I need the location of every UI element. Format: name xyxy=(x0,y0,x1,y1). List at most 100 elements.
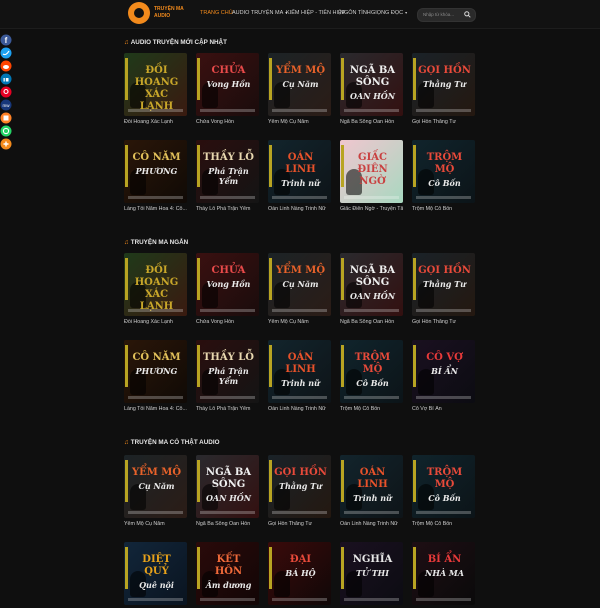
story-card[interactable]: YỂM MỘ Cụ Năm Yểm Mộ Cụ Năm xyxy=(268,253,331,325)
story-card[interactable]: TRỘM MỘ Cô Bốn Trộm Mộ Cô Bốn xyxy=(340,340,403,412)
story-title-link[interactable]: Oán Linh Nàng Trinh Nữ xyxy=(268,406,331,412)
story-thumbnail[interactable]: CHỬA Vong Hồn xyxy=(196,253,259,316)
nav-item-giong-doc[interactable]: GIỌNG ĐỌC ▾ xyxy=(371,10,407,16)
story-thumbnail[interactable]: CÔ NĂM PHƯƠNG xyxy=(124,140,187,203)
twitter-icon[interactable] xyxy=(0,47,12,59)
story-title-link[interactable]: Thầy Lỗ Phá Trận Yểm xyxy=(196,406,259,412)
story-card[interactable]: ĐỒI HOANG XÁC LẠNH Đồi Hoang Xác Lạnh xyxy=(124,53,187,125)
site-logo[interactable]: TRUYỆN MA AUDIO xyxy=(128,2,188,26)
nav-item-trang-chu[interactable]: TRANG CHỦ xyxy=(200,10,233,16)
story-title-link[interactable]: Làng Tối Năm Hoa 4: Cô... xyxy=(124,206,187,212)
story-title-link[interactable]: Cô Vợ Bí Ẩn xyxy=(412,406,475,412)
story-thumbnail[interactable]: THẦY LỖ Phá Trận Yểm xyxy=(196,140,259,203)
story-card[interactable]: OÁN LINH Trinh nữ Oán Linh Nàng Trinh Nữ xyxy=(268,340,331,412)
story-thumbnail[interactable]: GỌI HỒN Thằng Tư xyxy=(412,53,475,116)
story-thumbnail[interactable]: OÁN LINH Trinh nữ xyxy=(340,455,403,518)
story-thumbnail[interactable]: YỂM MỘ Cụ Năm xyxy=(124,455,187,518)
story-thumbnail[interactable]: DIỆT QUỶ Quê nội xyxy=(124,542,187,605)
story-card[interactable]: NGÃ BA SÔNG OAN HỒN Ngã Ba Sông Oan Hồn xyxy=(196,455,259,527)
story-thumbnail[interactable]: GỌI HỒN Thằng Tư xyxy=(412,253,475,316)
story-title-link[interactable]: Trộm Mộ Cô Bốn xyxy=(412,521,475,527)
story-thumbnail[interactable]: TRỘM MỘ Cô Bốn xyxy=(412,140,475,203)
story-card[interactable]: YỂM MỘ Cụ Năm Yểm Mộ Cụ Năm xyxy=(268,53,331,125)
nav-item-ngon-tinh[interactable]: NGÔN TÌNH xyxy=(340,10,371,16)
story-title-link[interactable]: Gọi Hồn Thằng Tư xyxy=(268,521,331,527)
story-title-link[interactable]: Gọi Hồn Thằng Tư xyxy=(412,119,475,125)
story-card[interactable]: BÍ ẨN NHÀ MA xyxy=(412,542,475,608)
nav-item-audio-truyen-ma[interactable]: AUDIO TRUYỆN MA ▾ xyxy=(232,10,287,16)
story-title-link[interactable]: Giấc Điên Ngờ - Truyện Tâ... xyxy=(340,206,403,212)
story-thumbnail[interactable]: OÁN LINH Trinh nữ xyxy=(268,140,331,203)
story-card[interactable]: YỂM MỘ Cụ Năm Yểm Mộ Cụ Năm xyxy=(124,455,187,527)
story-thumbnail[interactable]: CÔ NĂM PHƯƠNG xyxy=(124,340,187,403)
story-card[interactable]: GỌI HỒN Thằng Tư Gọi Hồn Thằng Tư xyxy=(412,53,475,125)
story-title-link[interactable]: Trộm Mộ Cô Bốn xyxy=(340,406,403,412)
story-card[interactable]: ĐẠI BÁ HỘ xyxy=(268,542,331,608)
story-title-link[interactable]: Đồi Hoang Xác Lạnh xyxy=(124,319,187,325)
story-card[interactable]: TRỘM MỘ Cô Bốn Trộm Mộ Cô Bốn xyxy=(412,140,475,212)
story-card[interactable]: CÔ NĂM PHƯƠNG Làng Tối Năm Hoa 4: Cô... xyxy=(124,340,187,412)
story-card[interactable]: ĐỒI HOANG XÁC LẠNH Đồi Hoang Xác Lạnh xyxy=(124,253,187,325)
story-thumbnail[interactable]: TRỘM MỘ Cô Bốn xyxy=(340,340,403,403)
linkedin-icon[interactable] xyxy=(0,73,12,85)
story-title-link[interactable]: Yểm Mộ Cụ Năm xyxy=(268,319,331,325)
story-thumbnail[interactable]: TRỘM MỘ Cô Bốn xyxy=(412,455,475,518)
story-thumbnail[interactable]: YỂM MỘ Cụ Năm xyxy=(268,253,331,316)
story-title-link[interactable]: Yểm Mộ Cụ Năm xyxy=(124,521,187,527)
whatsapp-icon[interactable] xyxy=(0,125,12,137)
story-card[interactable]: TRỘM MỘ Cô Bốn Trộm Mộ Cô Bốn xyxy=(412,455,475,527)
story-thumbnail[interactable]: NGÃ BA SÔNG OAN HỒN xyxy=(196,455,259,518)
story-card[interactable]: GIẤC ĐIÊN NGỜ Giấc Điên Ngờ - Truyện Tâ..… xyxy=(340,140,403,212)
pinterest-icon[interactable] xyxy=(0,86,12,98)
story-card[interactable]: THẦY LỖ Phá Trận Yểm Thầy Lỗ Phá Trận Yểm xyxy=(196,340,259,412)
story-thumbnail[interactable]: GIẤC ĐIÊN NGỜ xyxy=(340,140,403,203)
story-card[interactable]: CHỬA Vong Hồn Chửa Vong Hồn xyxy=(196,53,259,125)
nav-item-kiem-hiep[interactable]: KIẾM HIỆP - TIÊN HIỆP xyxy=(286,10,345,16)
story-thumbnail[interactable]: CHỬA Vong Hồn xyxy=(196,53,259,116)
story-title-link[interactable]: Thầy Lỗ Phá Trận Yểm xyxy=(196,206,259,212)
story-card[interactable]: CÔ VỢ BÍ ẨN Cô Vợ Bí Ẩn xyxy=(412,340,475,412)
search-box[interactable]: Nhập từ khóa... xyxy=(417,8,476,22)
story-thumbnail[interactable]: BÍ ẨN NHÀ MA xyxy=(412,542,475,605)
story-title-link[interactable]: Ngã Ba Sông Oan Hồn xyxy=(340,319,403,325)
search-input[interactable]: Nhập từ khóa... xyxy=(423,12,454,17)
story-card[interactable]: DIỆT QUỶ Quê nội xyxy=(124,542,187,608)
story-thumbnail[interactable]: NGHĨA TỬ THI xyxy=(340,542,403,605)
story-title-link[interactable]: Ngã Ba Sông Oan Hồn xyxy=(196,521,259,527)
story-card[interactable]: KẾT HÔN Âm dương xyxy=(196,542,259,608)
story-title-link[interactable]: Chửa Vong Hồn xyxy=(196,119,259,125)
story-title-link[interactable]: Oán Linh Nàng Trinh Nữ xyxy=(340,521,403,527)
facebook-icon[interactable]: f xyxy=(0,34,12,46)
story-thumbnail[interactable]: CÔ VỢ BÍ ẨN xyxy=(412,340,475,403)
story-thumbnail[interactable]: ĐẠI BÁ HỘ xyxy=(268,542,331,605)
story-title-link[interactable]: Chửa Vong Hồn xyxy=(196,319,259,325)
story-thumbnail[interactable]: NGÃ BA SÔNG OAN HỒN xyxy=(340,253,403,316)
story-title-link[interactable]: Làng Tối Năm Hoa 4: Cô... xyxy=(124,406,187,412)
story-card[interactable]: NGHĨA TỬ THI xyxy=(340,542,403,608)
story-title-link[interactable]: Oán Linh Nàng Trinh Nữ xyxy=(268,206,331,212)
story-card[interactable]: NGÃ BA SÔNG OAN HỒN Ngã Ba Sông Oan Hồn xyxy=(340,53,403,125)
story-thumbnail[interactable]: ĐỒI HOANG XÁC LẠNH xyxy=(124,53,187,116)
mewe-icon[interactable]: mw xyxy=(0,99,12,111)
story-card[interactable]: CHỬA Vong Hồn Chửa Vong Hồn xyxy=(196,253,259,325)
story-card[interactable]: THẦY LỖ Phá Trận Yểm Thầy Lỗ Phá Trận Yểm xyxy=(196,140,259,212)
story-thumbnail[interactable]: OÁN LINH Trinh nữ xyxy=(268,340,331,403)
more-icon[interactable] xyxy=(0,138,12,150)
story-card[interactable]: OÁN LINH Trinh nữ Oán Linh Nàng Trinh Nữ xyxy=(340,455,403,527)
story-title-link[interactable]: Trộm Mộ Cô Bốn xyxy=(412,206,475,212)
story-card[interactable]: CÔ NĂM PHƯƠNG Làng Tối Năm Hoa 4: Cô... xyxy=(124,140,187,212)
story-thumbnail[interactable]: YỂM MỘ Cụ Năm xyxy=(268,53,331,116)
search-icon[interactable] xyxy=(464,11,471,18)
story-title-link[interactable]: Đồi Hoang Xác Lạnh xyxy=(124,119,187,125)
story-card[interactable]: GỌI HỒN Thằng Tư Gọi Hồn Thằng Tư xyxy=(268,455,331,527)
story-title-link[interactable]: Ngã Ba Sông Oan Hồn xyxy=(340,119,403,125)
reddit-icon[interactable] xyxy=(0,60,12,72)
story-title-link[interactable]: Yểm Mộ Cụ Năm xyxy=(268,119,331,125)
story-title-link[interactable]: Gọi Hồn Thằng Tư xyxy=(412,319,475,325)
story-thumbnail[interactable]: NGÃ BA SÔNG OAN HỒN xyxy=(340,53,403,116)
story-thumbnail[interactable]: KẾT HÔN Âm dương xyxy=(196,542,259,605)
story-card[interactable]: GỌI HỒN Thằng Tư Gọi Hồn Thằng Tư xyxy=(412,253,475,325)
story-thumbnail[interactable]: THẦY LỖ Phá Trận Yểm xyxy=(196,340,259,403)
story-thumbnail[interactable]: ĐỒI HOANG XÁC LẠNH xyxy=(124,253,187,316)
story-card[interactable]: OÁN LINH Trinh nữ Oán Linh Nàng Trinh Nữ xyxy=(268,140,331,212)
